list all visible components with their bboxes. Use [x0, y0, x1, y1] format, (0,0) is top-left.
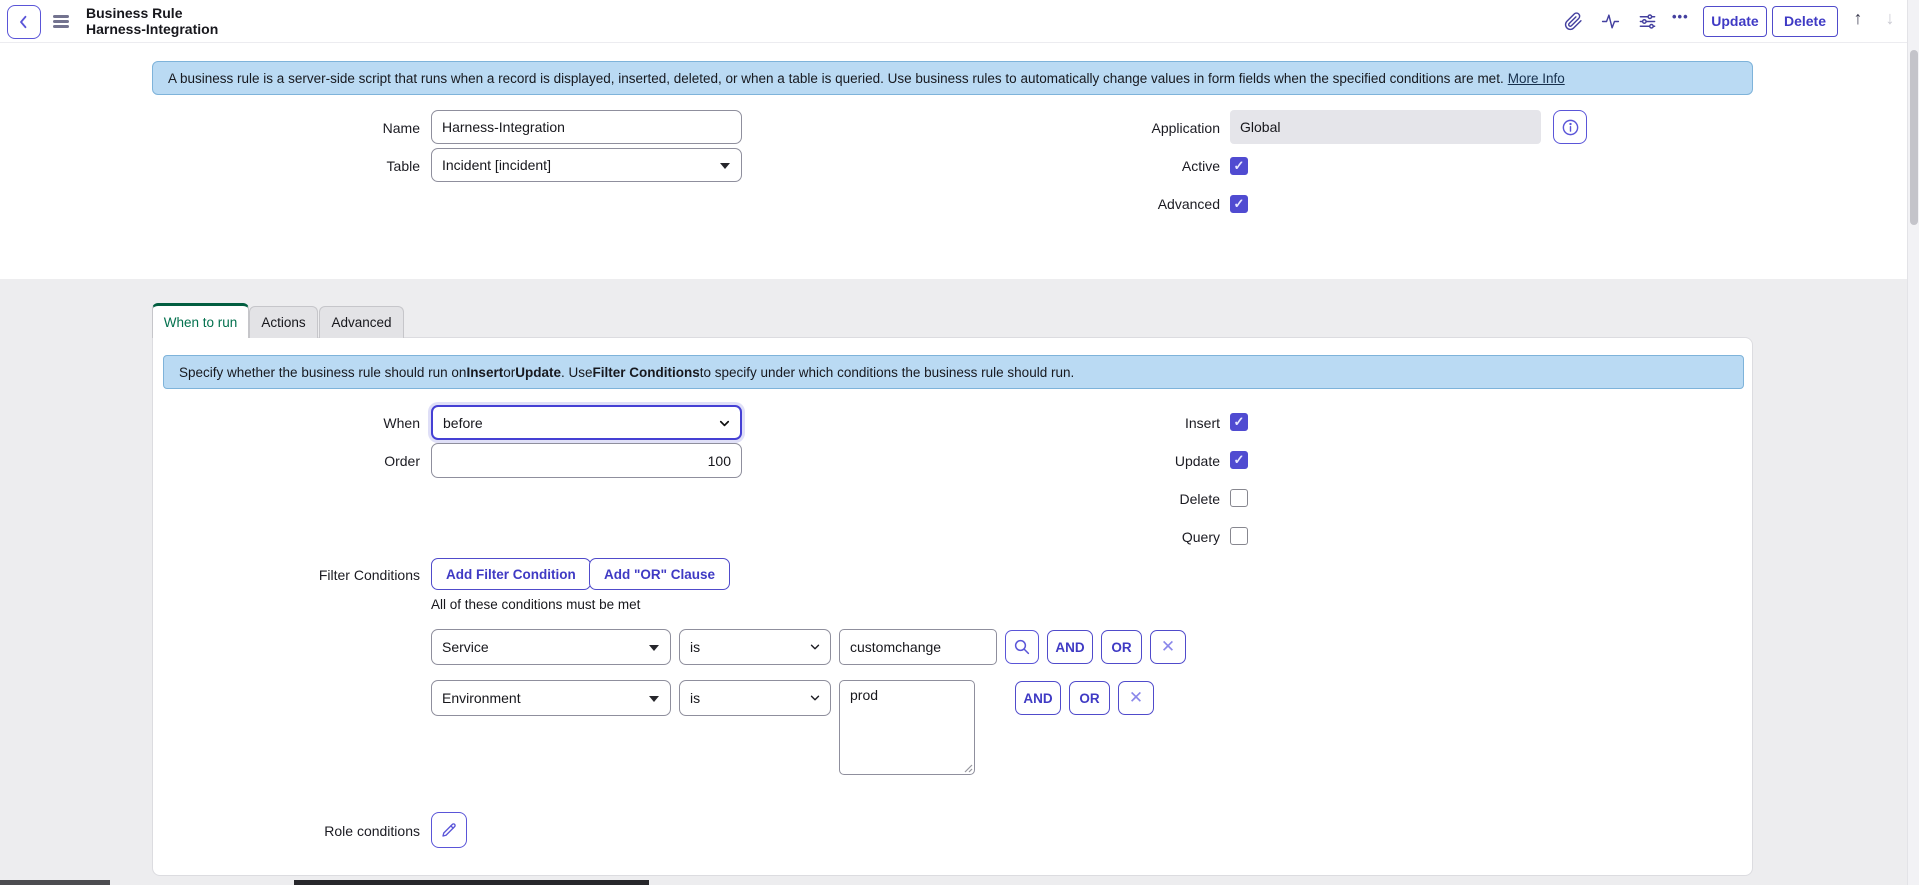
condition-1-operator-value: is: [690, 639, 700, 655]
more-info-link[interactable]: More Info: [1508, 71, 1565, 86]
check-icon: ✓: [1234, 490, 1245, 506]
active-label: Active: [1020, 157, 1220, 175]
delete-label: Delete: [1020, 490, 1220, 508]
caret-down-icon: [649, 645, 659, 651]
caret-down-icon: [649, 696, 659, 702]
tab-advanced[interactable]: Advanced: [319, 306, 404, 338]
table-select[interactable]: Incident [incident]: [431, 148, 742, 182]
condition-1-operator-select[interactable]: is: [679, 629, 831, 665]
condition-2-operator-select[interactable]: is: [679, 680, 831, 716]
update-label: Update: [1020, 452, 1220, 470]
condition-2-field-value: Environment: [442, 690, 521, 706]
banner-segment: Specify whether the business rule should…: [179, 365, 466, 380]
update-checkbox[interactable]: ✓: [1230, 451, 1248, 469]
table-select-value: Incident [incident]: [442, 157, 551, 173]
record-name-title: Harness-Integration: [86, 21, 218, 37]
application-info-button[interactable]: [1553, 110, 1587, 144]
condition-2-operator-value: is: [690, 690, 700, 706]
advanced-checkbox[interactable]: ✓: [1230, 195, 1248, 213]
condition-1-and-button[interactable]: AND: [1047, 630, 1093, 664]
active-checkbox[interactable]: ✓: [1230, 157, 1248, 175]
order-label: Order: [220, 452, 420, 470]
resize-handle-icon[interactable]: [963, 763, 973, 773]
filter-conditions-label: Filter Conditions: [220, 566, 420, 584]
insert-label: Insert: [1020, 414, 1220, 432]
condition-1-lookup-button[interactable]: [1005, 630, 1039, 664]
condition-2-and-button[interactable]: AND: [1015, 681, 1061, 715]
condition-2-field-select[interactable]: Environment: [431, 680, 671, 716]
role-conditions-edit-button[interactable]: [431, 812, 467, 848]
back-button[interactable]: [7, 5, 41, 39]
application-field: Global: [1230, 110, 1541, 144]
when-select[interactable]: before: [431, 405, 742, 440]
name-input[interactable]: [431, 110, 742, 144]
add-filter-condition-button[interactable]: Add Filter Condition: [431, 558, 591, 590]
condition-2-remove-button[interactable]: ✕: [1118, 681, 1154, 715]
chevron-down-icon: [717, 416, 732, 431]
banner-text: A business rule is a server-side script …: [168, 71, 1504, 86]
banner-segment: to specify under which conditions the bu…: [700, 365, 1074, 380]
chevron-down-icon: [808, 640, 822, 654]
tab-actions[interactable]: Actions: [249, 306, 318, 338]
business-rule-form-screen: Business Rule Harness-Integration ••• Up…: [0, 0, 1919, 885]
next-record-icon: ↓: [1878, 8, 1902, 29]
context-menu-icon[interactable]: [53, 15, 69, 28]
update-button[interactable]: Update: [1703, 6, 1767, 37]
delete-checkbox[interactable]: ✓: [1230, 489, 1248, 507]
vertical-scrollbar-thumb[interactable]: [1910, 50, 1918, 225]
banner-bold-insert: Insert: [466, 365, 503, 380]
info-icon: [1561, 118, 1580, 137]
check-icon: ✓: [1234, 452, 1245, 468]
check-icon: ✓: [1234, 158, 1245, 174]
advanced-label: Advanced: [1020, 195, 1220, 213]
check-icon: ✓: [1234, 528, 1245, 544]
page-title: Business Rule Harness-Integration: [86, 5, 218, 37]
horizontal-scrollbar-thumb[interactable]: [294, 880, 649, 885]
vertical-scrollbar[interactable]: [1907, 0, 1919, 885]
role-conditions-label: Role conditions: [220, 822, 420, 840]
name-label: Name: [220, 119, 420, 137]
personalize-form-icon[interactable]: [1638, 12, 1657, 32]
chevron-left-icon: [15, 13, 33, 31]
form-info-banner: A business rule is a server-side script …: [152, 61, 1753, 95]
horizontal-scrollbar-thumb[interactable]: [0, 880, 110, 885]
conditions-caption: All of these conditions must be met: [431, 597, 640, 612]
more-options-icon[interactable]: •••: [1672, 9, 1689, 29]
caret-down-icon: [720, 163, 730, 169]
check-icon: ✓: [1234, 414, 1245, 430]
query-checkbox[interactable]: ✓: [1230, 527, 1248, 545]
attachment-icon[interactable]: [1564, 12, 1583, 32]
condition-1-field-select[interactable]: Service: [431, 629, 671, 665]
order-input[interactable]: [431, 443, 742, 478]
delete-button[interactable]: Delete: [1772, 6, 1838, 37]
when-label: When: [220, 414, 420, 432]
banner-bold-update: Update: [515, 365, 561, 380]
when-tab-info-banner: Specify whether the business rule should…: [163, 355, 1744, 389]
when-select-value: before: [443, 415, 483, 431]
condition-1-remove-button[interactable]: ✕: [1150, 630, 1186, 664]
condition-1-or-button[interactable]: OR: [1101, 630, 1142, 664]
pencil-icon: [440, 821, 458, 839]
condition-1-field-value: Service: [442, 639, 489, 655]
condition-2-value-textarea[interactable]: prod: [839, 680, 975, 775]
condition-1-value-input[interactable]: [839, 629, 997, 665]
check-icon: ✓: [1234, 196, 1245, 212]
record-type-title: Business Rule: [86, 5, 218, 21]
banner-bold-filter-conditions: Filter Conditions: [593, 365, 700, 380]
activity-stream-icon[interactable]: [1601, 12, 1620, 32]
add-or-clause-button[interactable]: Add "OR" Clause: [589, 558, 730, 590]
query-label: Query: [1020, 528, 1220, 546]
banner-segment: or: [503, 365, 515, 380]
chevron-down-icon: [808, 691, 822, 705]
search-icon: [1013, 638, 1031, 656]
header: Business Rule Harness-Integration ••• Up…: [0, 0, 1919, 43]
banner-segment: . Use: [561, 365, 593, 380]
table-label: Table: [220, 157, 420, 175]
tab-when-to-run[interactable]: When to run: [152, 303, 249, 338]
application-label: Application: [1020, 119, 1220, 137]
condition-2-or-button[interactable]: OR: [1069, 681, 1110, 715]
application-value: Global: [1240, 119, 1280, 135]
insert-checkbox[interactable]: ✓: [1230, 413, 1248, 431]
previous-record-icon[interactable]: ↑: [1846, 8, 1870, 29]
